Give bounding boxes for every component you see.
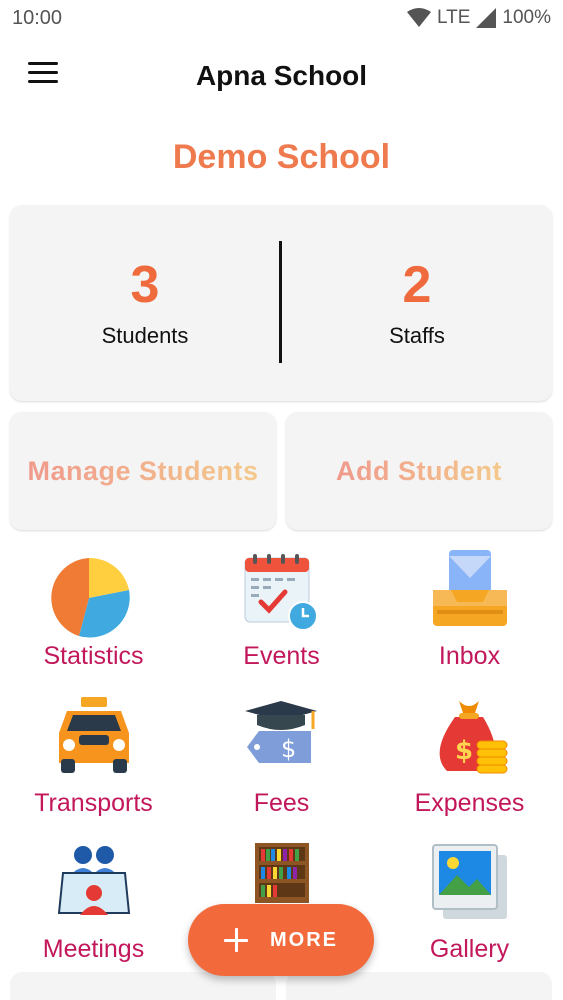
grid-label-fees: Fees [253,789,310,817]
grid-label-meetings: Meetings [42,935,145,963]
staffs-count: 2 [402,256,432,314]
grid-item-inbox[interactable]: Inbox [376,550,563,690]
money-bag-icon: $ [439,701,507,774]
grid-label-expenses: Expenses [414,789,525,817]
taxi-icon [58,697,129,773]
more-fab-button[interactable]: MORE [188,904,374,976]
students-count: 3 [130,256,160,314]
app-bar: Apna School [0,44,563,108]
grid-item-statistics[interactable]: Statistics [0,550,187,690]
grid-item-events[interactable]: Events [188,550,375,690]
pie-chart-icon [50,557,130,638]
manage-students-button[interactable]: Manage Students [10,412,276,530]
grid-label-gallery: Gallery [429,935,510,963]
students-label: Students [101,323,189,348]
grid-item-transports[interactable]: Transports [0,697,187,837]
status-icons: LTE 100% [406,7,551,29]
app-title: Apna School [195,60,368,91]
graduation-fee-tag-icon: $ [244,701,317,763]
add-student-button[interactable]: Add Student [286,412,552,530]
more-label: MORE [270,928,338,951]
manage-students-label: Manage Students [27,455,259,486]
grid-item-expenses[interactable]: $ Expenses [376,697,563,837]
meeting-icon [57,846,130,915]
grid-item-meetings[interactable]: Meetings [0,843,187,983]
grid-label-statistics: Statistics [43,642,144,670]
grid-label-transports: Transports [34,789,153,817]
network-type: LTE [436,7,471,28]
signal-icon [476,8,497,28]
staffs-stat[interactable]: 2 Staffs [282,255,552,349]
plus-icon [224,928,248,952]
bottom-card-left[interactable] [10,972,276,1000]
bottom-card-right[interactable] [286,972,552,1000]
calendar-icon [244,554,318,631]
status-time: 10:00 [12,7,63,29]
school-name: Demo School [172,138,391,176]
add-student-label: Add Student [336,455,502,486]
grid-label-inbox: Inbox [438,642,501,670]
inbox-tray-icon [432,550,507,626]
grid-label-events: Events [243,642,320,670]
battery-level: 100% [502,7,551,28]
svg-text:$: $ [455,736,473,766]
grid-item-fees[interactable]: $ Fees [188,697,375,837]
stats-card: 3 Students 2 Staffs [10,205,552,401]
students-stat[interactable]: 3 Students [10,255,280,349]
status-bar: 10:00 LTE 100% [0,0,563,36]
gallery-image-icon [431,844,507,919]
staffs-label: Staffs [389,323,445,348]
svg-text:$: $ [281,735,296,763]
wifi-icon [406,8,431,27]
grid-item-gallery[interactable]: Gallery [376,843,563,983]
